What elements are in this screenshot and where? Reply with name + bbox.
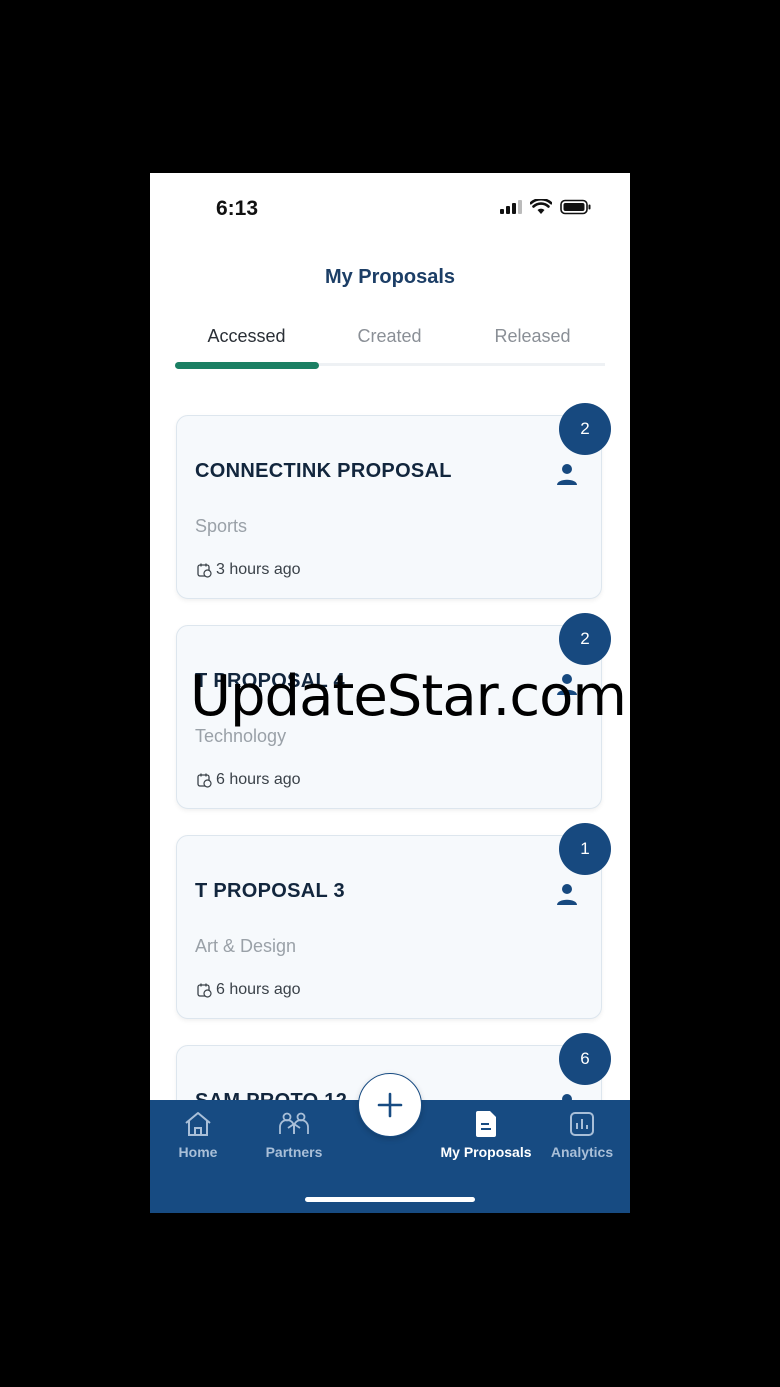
proposal-time-text: 3 hours ago [216,561,301,578]
tab-accessed[interactable]: Accessed [175,323,318,349]
proposal-card[interactable]: CONNECTINK PROPOSAL Sports 3 hours ago [176,415,602,599]
nav-partners[interactable]: Partners [246,1110,342,1160]
proposal-time: 6 hours ago [197,981,301,999]
collaborator-count-badge: 2 [559,613,611,665]
proposal-time-text: 6 hours ago [216,981,301,998]
add-proposal-button[interactable] [358,1073,422,1137]
proposal-time-text: 6 hours ago [216,771,301,788]
collaborator-count-badge: 1 [559,823,611,875]
nav-my-proposals[interactable]: My Proposals [438,1110,534,1160]
proposal-time: 6 hours ago [197,771,301,789]
person-icon[interactable] [555,462,579,486]
signal-icon [500,200,522,214]
status-icons [500,199,592,215]
proposal-category: Technology [195,726,287,746]
proposal-title: CONNECTINK PROPOSAL [195,460,452,482]
proposal-category: Art & Design [195,936,297,956]
tab-released[interactable]: Released [461,323,604,349]
calendar-clock-icon [197,983,212,998]
tab-active-indicator [175,362,319,369]
battery-icon [560,199,591,215]
calendar-clock-icon [197,773,212,788]
nav-analytics[interactable]: Analytics [534,1110,630,1160]
home-icon [185,1112,211,1136]
collaborator-count-badge: 2 [559,403,611,455]
calendar-clock-icon [197,563,212,578]
nav-home-label: Home [178,1144,218,1160]
status-time: 6:13 [216,197,259,220]
proposal-time: 3 hours ago [197,561,301,579]
proposal-title: T PROPOSAL 3 [195,880,345,902]
nav-partners-label: Partners [265,1144,323,1160]
proposal-category: Sports [195,516,248,536]
nav-my-proposals-label: My Proposals [440,1144,532,1160]
partners-icon [279,1112,309,1134]
nav-home[interactable]: Home [150,1110,246,1160]
page-title: My Proposals [324,266,456,288]
plus-icon [377,1092,403,1118]
home-indicator [305,1197,475,1202]
collaborator-count-badge: 6 [559,1033,611,1085]
proposal-card[interactable]: T PROPOSAL 3 Art & Design 6 hours ago [176,835,602,1019]
watermark: UpdateStar.com [190,664,627,729]
tab-created[interactable]: Created [318,323,461,349]
nav-analytics-label: Analytics [550,1144,614,1160]
analytics-icon [570,1112,594,1136]
person-icon[interactable] [555,882,579,906]
document-icon [476,1111,496,1137]
wifi-icon [530,199,552,214]
